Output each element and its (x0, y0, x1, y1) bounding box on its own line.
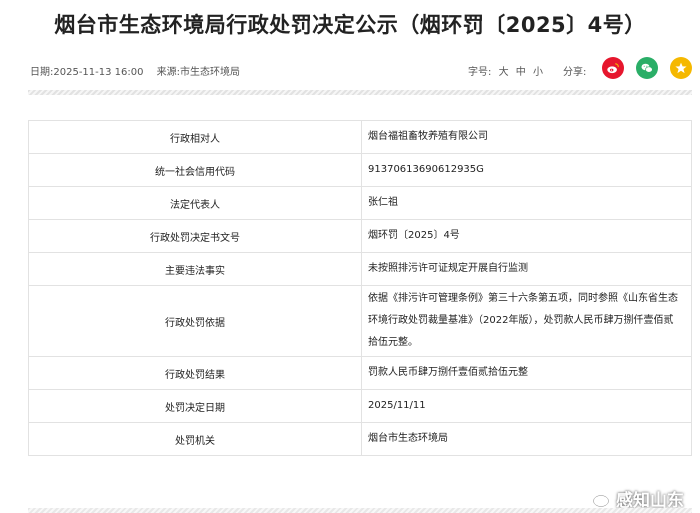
row-label: 处罚机关 (28, 422, 362, 456)
table-row: 统一社会信用代码 91370613690612935G (28, 153, 692, 187)
row-value: 未按照排污许可证规定开展自行监测 (361, 252, 692, 286)
row-label: 统一社会信用代码 (28, 153, 362, 187)
share-label: 分享: (563, 67, 587, 78)
font-size-label: 字号: (468, 67, 492, 78)
row-value: 张仁祖 (361, 186, 692, 220)
table-row: 行政处罚决定书文号 烟环罚〔2025〕4号 (28, 219, 692, 253)
weibo-icon (607, 63, 619, 74)
row-label: 处罚决定日期 (28, 389, 362, 423)
table-row: 行政处罚结果 罚款人民币肆万捌仟壹佰贰拾伍元整 (28, 356, 692, 390)
qzone-icon (675, 62, 687, 74)
font-size-large-button[interactable]: 大 (499, 67, 509, 78)
row-value: 依据《排污许可管理条例》第三十六条第五项，同时参照《山东省生态环境行政处罚裁量基… (361, 285, 692, 357)
table-row: 主要违法事实 未按照排污许可证规定开展自行监测 (28, 252, 692, 286)
article-meta: 日期:2025-11-13 16:00 来源:市生态环境局 (30, 63, 250, 78)
share-wechat-button[interactable] (636, 57, 658, 79)
footer-divider (28, 508, 692, 513)
row-value: 2025/11/11 (361, 389, 692, 423)
share-weibo-button[interactable] (602, 57, 624, 79)
font-size-medium-button[interactable]: 中 (516, 67, 526, 78)
row-label: 行政相对人 (28, 120, 362, 154)
wechat-icon (641, 63, 653, 73)
share-qzone-button[interactable] (670, 57, 692, 79)
table-row: 处罚机关 烟台市生态环境局 (28, 422, 692, 456)
weibo-icon (592, 491, 613, 507)
table-row: 行政处罚依据 依据《排污许可管理条例》第三十六条第五项，同时参照《山东省生态环境… (28, 285, 692, 357)
font-size-small-button[interactable]: 小 (533, 67, 543, 78)
row-value: 91370613690612935G (361, 153, 692, 187)
row-value: 烟台市生态环境局 (361, 422, 692, 456)
row-label: 法定代表人 (28, 186, 362, 220)
table-row: 法定代表人 张仁祖 (28, 186, 692, 220)
article-source: 来源:市生态环境局 (156, 67, 241, 78)
penalty-info-table: 行政相对人 烟台福祖畜牧养殖有限公司 统一社会信用代码 913706136906… (28, 120, 692, 456)
page-title: 烟台市生态环境局行政处罚决定公示（烟环罚〔2025〕4号） (54, 13, 646, 37)
header-divider (28, 90, 692, 95)
row-label: 主要违法事实 (28, 252, 362, 286)
publish-date: 日期:2025-11-13 16:00 (30, 67, 144, 78)
row-label: 行政处罚决定书文号 (28, 219, 362, 253)
table-row: 行政相对人 烟台福祖畜牧养殖有限公司 (28, 120, 692, 154)
row-value: 烟环罚〔2025〕4号 (361, 219, 692, 253)
row-label: 行政处罚依据 (28, 285, 362, 357)
row-value: 罚款人民币肆万捌仟壹佰贰拾伍元整 (361, 356, 692, 390)
table-row: 处罚决定日期 2025/11/11 (28, 389, 692, 423)
row-value: 烟台福祖畜牧养殖有限公司 (361, 120, 692, 154)
font-size-control: 字号: 大 中 小 (468, 63, 543, 78)
row-label: 行政处罚结果 (28, 356, 362, 390)
